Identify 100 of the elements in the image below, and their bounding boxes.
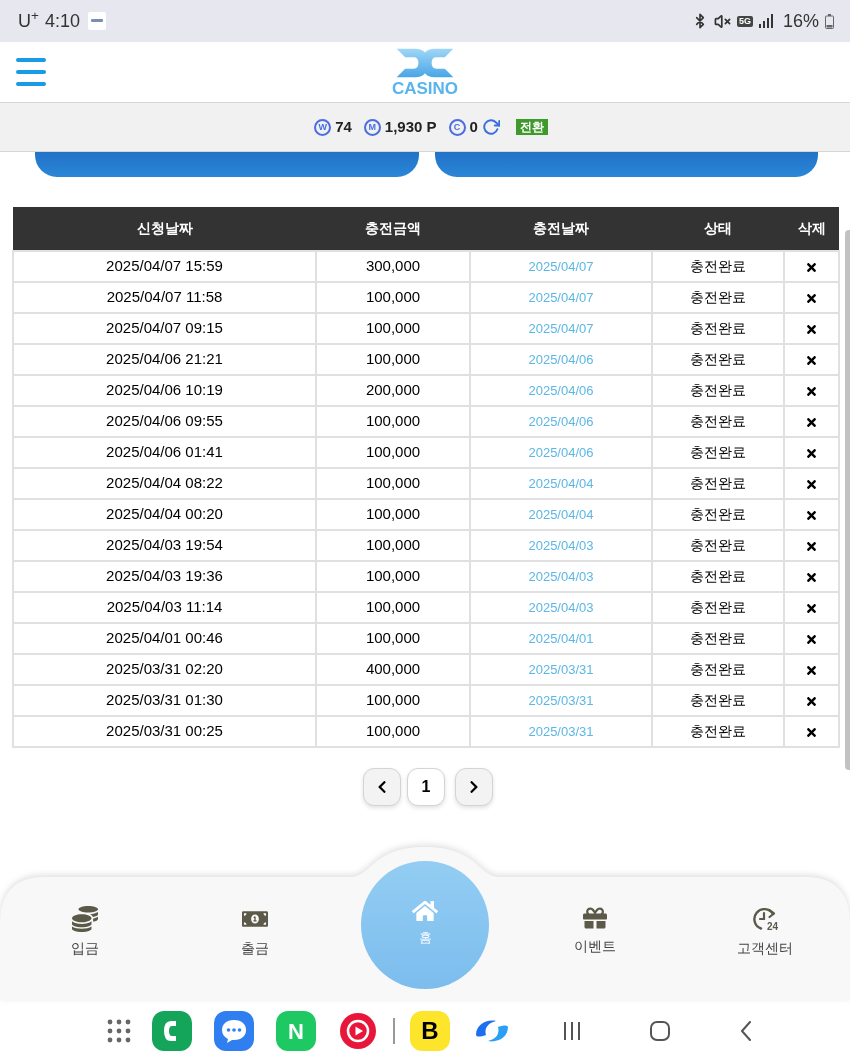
table-cell: 충전완료 — [652, 375, 784, 406]
convert-button[interactable]: 전환 — [515, 119, 548, 135]
table-cell: 충전완료 — [652, 561, 784, 592]
play-app-icon[interactable] — [340, 1013, 376, 1049]
close-icon — [805, 694, 818, 708]
currency-symbol: W — [314, 118, 332, 136]
table-cell: 2025/04/07 — [470, 251, 652, 282]
delete-button[interactable] — [805, 415, 818, 429]
table-cell: 2025/03/31 — [470, 654, 652, 685]
table-cell: 2025/04/04 00:20 — [13, 499, 316, 530]
table-cell: 충전완료 — [652, 499, 784, 530]
table-cell: 2025/04/04 — [470, 499, 652, 530]
close-icon — [805, 570, 818, 584]
currency-symbol: C — [448, 118, 466, 136]
delete-button[interactable] — [805, 384, 818, 398]
table-cell: 2025/04/01 00:46 — [13, 623, 316, 654]
logo-text: CASINO — [391, 80, 459, 98]
close-icon — [805, 260, 818, 274]
mute-icon — [713, 12, 731, 30]
close-icon — [805, 322, 818, 336]
column-header: 신청날짜 — [13, 207, 316, 251]
table-cell: 충전완료 — [652, 344, 784, 375]
menu-button[interactable] — [16, 58, 46, 86]
nav-tab[interactable]: 입금 — [71, 906, 99, 959]
table-cell: 100,000 — [316, 344, 470, 375]
notification-icon — [87, 12, 106, 30]
table-cell: 2025/04/07 — [470, 313, 652, 344]
app-grid-icon[interactable] — [107, 1019, 131, 1043]
delete-button[interactable] — [805, 508, 818, 522]
delete-button[interactable] — [805, 725, 818, 739]
chat-app-icon[interactable] — [214, 1011, 254, 1051]
column-header: 충전금액 — [316, 207, 470, 251]
table-cell: 2025/03/31 — [470, 716, 652, 747]
previous-page-button[interactable] — [363, 768, 401, 806]
table-cell: 충전완료 — [652, 437, 784, 468]
table-cell: 200,000 — [316, 375, 470, 406]
delete-button[interactable] — [805, 694, 818, 708]
recent-apps-icon[interactable] — [562, 1021, 582, 1041]
table-cell: 충전완료 — [652, 251, 784, 282]
letter-app-icon[interactable]: B — [410, 1011, 450, 1051]
table-cell: 2025/04/06 01:41 — [13, 437, 316, 468]
close-icon — [805, 539, 818, 553]
delete-button[interactable] — [805, 260, 818, 274]
table-cell: 2025/04/07 — [470, 282, 652, 313]
table-cell: 2025/03/31 01:30 — [13, 685, 316, 716]
table-cell: 100,000 — [316, 313, 470, 344]
close-icon — [805, 725, 818, 739]
page-button[interactable]: 1 — [407, 768, 445, 806]
table-cell: 충전완료 — [652, 530, 784, 561]
table-cell: 충전완료 — [652, 468, 784, 499]
close-icon — [805, 601, 818, 615]
delete-button[interactable] — [805, 601, 818, 615]
table-cell: 충전완료 — [652, 406, 784, 437]
table-cell: 2025/03/31 — [470, 685, 652, 716]
next-page-button[interactable] — [455, 768, 493, 806]
close-icon — [805, 353, 818, 367]
nav-tab[interactable]: 24 고객센터 — [737, 906, 793, 959]
table-cell: 100,000 — [316, 685, 470, 716]
table-cell: 충전완료 — [652, 313, 784, 344]
table-cell: 2025/04/06 — [470, 406, 652, 437]
column-header: 충전날짜 — [470, 207, 652, 251]
table-cell: 충전완료 — [652, 685, 784, 716]
clock-time: 4:10 — [44, 9, 80, 33]
table-cell: 충전완료 — [652, 282, 784, 313]
delete-button[interactable] — [805, 539, 818, 553]
close-icon — [805, 508, 818, 522]
table-cell: 2025/04/07 15:59 — [13, 251, 316, 282]
table-cell: 2025/04/07 09:15 — [13, 313, 316, 344]
phone-app-icon[interactable] — [152, 1011, 192, 1051]
delete-button[interactable] — [805, 322, 818, 336]
delete-button[interactable] — [805, 663, 818, 677]
signal-icon — [758, 14, 773, 28]
table-cell: 2025/04/01 — [470, 623, 652, 654]
nav-tab[interactable]: 이벤트 — [574, 906, 616, 957]
action-button[interactable] — [434, 152, 818, 177]
back-icon[interactable] — [740, 1021, 752, 1041]
balance-value: 74 — [335, 116, 352, 137]
table-cell: 400,000 — [316, 654, 470, 685]
table-cell: 충전완료 — [652, 623, 784, 654]
delete-button[interactable] — [805, 446, 818, 460]
table-cell: 2025/04/03 — [470, 592, 652, 623]
delete-button[interactable] — [805, 632, 818, 646]
table-cell: 2025/04/03 19:54 — [13, 530, 316, 561]
close-icon — [805, 446, 818, 460]
action-button[interactable] — [35, 152, 419, 177]
table-cell: 2025/04/04 08:22 — [13, 468, 316, 499]
table-cell: 2025/04/06 — [470, 437, 652, 468]
nav-tab[interactable]: 출금 — [241, 906, 269, 959]
table-cell: 2025/04/06 — [470, 344, 652, 375]
delete-button[interactable] — [805, 477, 818, 491]
table-cell: 100,000 — [316, 499, 470, 530]
refresh-icon[interactable] — [481, 118, 500, 136]
table-cell: 100,000 — [316, 468, 470, 499]
delete-button[interactable] — [805, 291, 818, 305]
delete-button[interactable] — [805, 570, 818, 584]
network-indicator: 5G — [736, 15, 753, 27]
delete-button[interactable] — [805, 353, 818, 367]
column-header: 상태 — [652, 207, 784, 251]
table-cell: 2025/04/03 11:14 — [13, 592, 316, 623]
home-nav-icon[interactable] — [650, 1021, 670, 1041]
